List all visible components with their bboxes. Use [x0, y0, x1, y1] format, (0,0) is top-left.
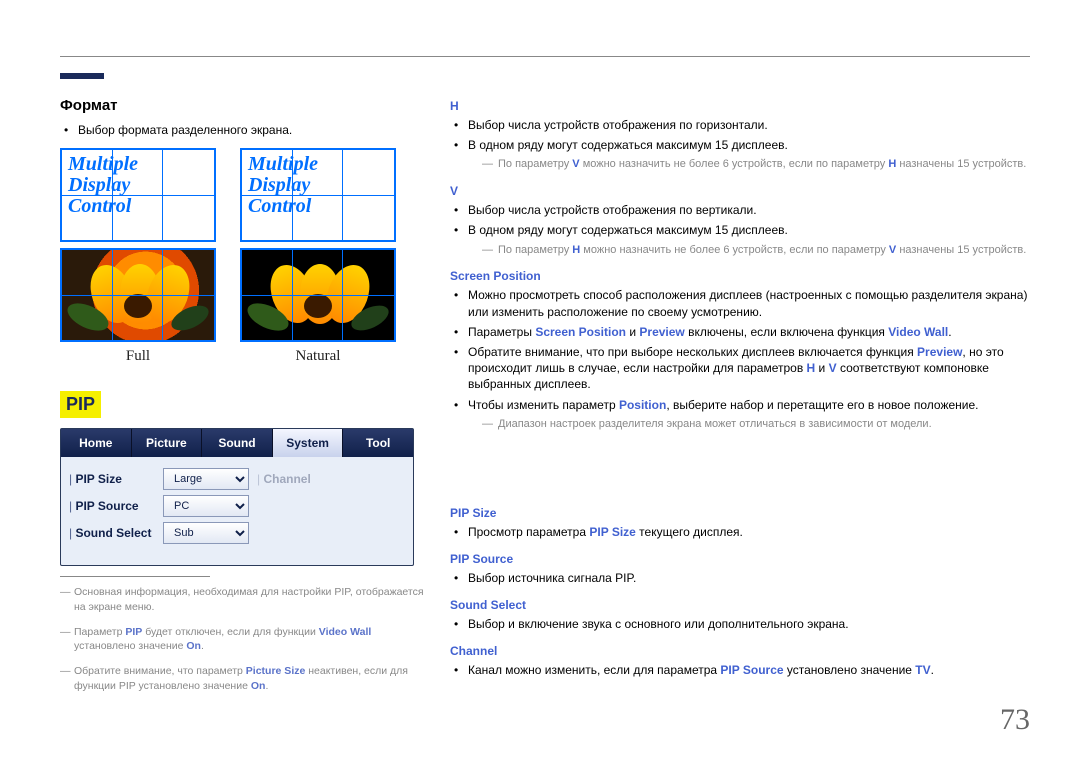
- mdc-text: MultipleDisplayControl: [248, 154, 318, 217]
- pipsize-heading: PIP Size: [450, 506, 1030, 520]
- v-b2: В одном ряду могут содержаться максимум …: [450, 222, 1030, 257]
- tab-tool[interactable]: Tool: [343, 429, 413, 457]
- sound-select-label: Sound Select: [69, 526, 163, 540]
- sp-b3: Обратите внимание, что при выборе нескол…: [450, 344, 1030, 393]
- sp-b4: Чтобы изменить параметр Position, выбери…: [450, 397, 1030, 432]
- format-heading: Формат: [60, 97, 430, 114]
- pipsource-b1: Выбор источника сигнала PIP.: [450, 570, 1030, 586]
- v-heading: V: [450, 184, 1030, 198]
- caption-full: Full: [60, 348, 216, 365]
- sp-heading: Screen Position: [450, 269, 1030, 283]
- group-channel: Channel Канал можно изменить, если для п…: [450, 644, 1030, 678]
- h-b1: Выбор числа устройств отображения по гор…: [450, 117, 1030, 133]
- group-sound-select: Sound Select Выбор и включение звука с о…: [450, 598, 1030, 632]
- pipsize-b1: Просмотр параметра PIP Size текущего дис…: [450, 524, 1030, 540]
- sound-select-select[interactable]: Sub: [163, 522, 249, 544]
- top-rule: [60, 56, 1030, 57]
- mdc-row: MultipleDisplayControl MultipleDisplayCo…: [60, 148, 430, 242]
- group-h: H Выбор числа устройств отображения по г…: [450, 99, 1030, 172]
- page-number: 73: [1000, 703, 1030, 737]
- channel-heading: Channel: [450, 644, 1030, 658]
- tab-system[interactable]: System: [273, 429, 344, 457]
- pip-size-label: PIP Size: [69, 472, 163, 486]
- channel-label-disabled: Channel: [257, 472, 331, 486]
- soundselect-b1: Выбор и включение звука с основного или …: [450, 616, 1030, 632]
- group-pip-size: PIP Size Просмотр параметра PIP Size тек…: [450, 506, 1030, 540]
- footnotes: Основная информация, необходимая для нас…: [60, 576, 430, 693]
- pip-size-select[interactable]: Large: [163, 468, 249, 490]
- group-screen-position: Screen Position Можно просмотреть способ…: [450, 269, 1030, 431]
- footnote-2: Параметр PIP будет отключен, если для фу…: [60, 625, 430, 654]
- pip-source-select[interactable]: PC: [163, 495, 249, 517]
- flower-natural-thumb: [240, 248, 396, 342]
- caption-natural: Natural: [240, 348, 396, 365]
- format-desc: Выбор формата разделенного экрана.: [60, 122, 430, 138]
- mdc-full-thumb: MultipleDisplayControl: [60, 148, 216, 242]
- tab-sound[interactable]: Sound: [202, 429, 273, 457]
- channel-b1: Канал можно изменить, если для параметра…: [450, 662, 1030, 678]
- page: Формат Выбор формата разделенного экрана…: [0, 0, 1080, 703]
- sp-note: Диапазон настроек разделителя экрана мож…: [468, 417, 1030, 432]
- h-note: По параметру V можно назначить не более …: [468, 157, 1030, 172]
- soundselect-heading: Sound Select: [450, 598, 1030, 612]
- mdc-text: MultipleDisplayControl: [68, 154, 138, 217]
- footnote-3: Обратите внимание, что параметр Picture …: [60, 664, 430, 693]
- tab-picture[interactable]: Picture: [132, 429, 203, 457]
- right-column: H Выбор числа устройств отображения по г…: [450, 97, 1030, 703]
- left-column: Формат Выбор формата разделенного экрана…: [60, 97, 450, 703]
- v-b1: Выбор числа устройств отображения по вер…: [450, 202, 1030, 218]
- v-note: По параметру H можно назначить не более …: [468, 243, 1030, 258]
- sp-b2: Параметры Screen Position и Preview вклю…: [450, 324, 1030, 340]
- pipsource-heading: PIP Source: [450, 552, 1030, 566]
- h-b2: В одном ряду могут содержаться максимум …: [450, 137, 1030, 172]
- mdc-natural-thumb: MultipleDisplayControl: [240, 148, 396, 242]
- footnote-1: Основная информация, необходимая для нас…: [60, 585, 430, 614]
- pip-source-label: PIP Source: [69, 499, 163, 513]
- pip-settings-panel: Home Picture Sound System Tool PIP Size …: [60, 428, 414, 566]
- pip-heading-badge: PIP: [60, 391, 101, 418]
- h-heading: H: [450, 99, 1030, 113]
- tab-home[interactable]: Home: [61, 429, 132, 457]
- flower-row: Full Natural: [60, 248, 430, 365]
- sp-b1: Можно просмотреть способ расположения ди…: [450, 287, 1030, 319]
- flower-full-thumb: [60, 248, 216, 342]
- group-pip-source: PIP Source Выбор источника сигнала PIP.: [450, 552, 1030, 586]
- group-v: V Выбор числа устройств отображения по в…: [450, 184, 1030, 257]
